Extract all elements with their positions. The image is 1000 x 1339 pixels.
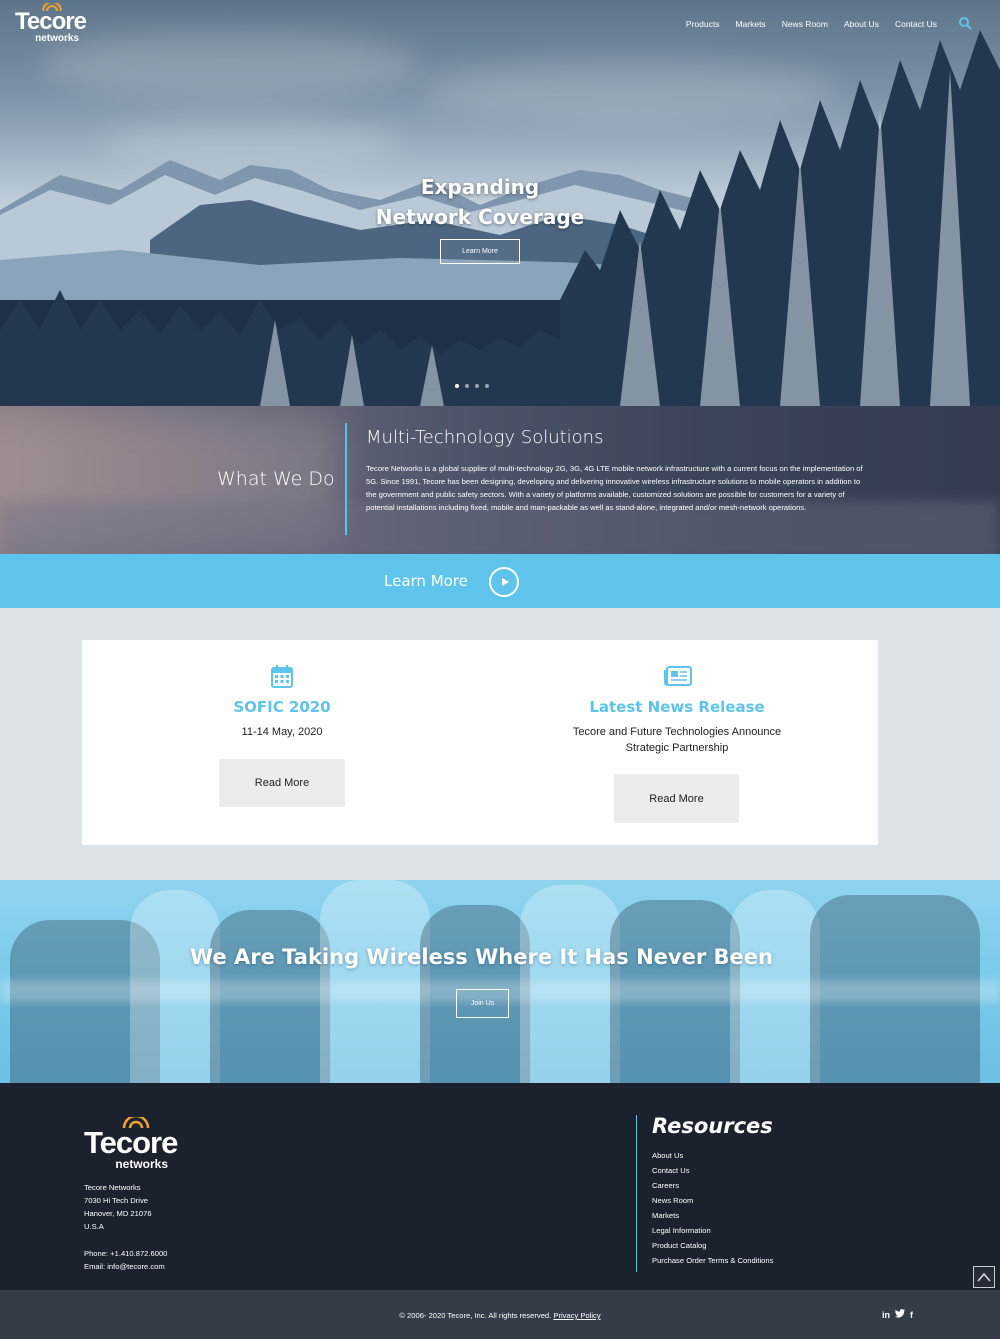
hero-title: Expanding Network Coverage [0, 172, 960, 232]
learn-more-label: Learn More [384, 572, 468, 590]
event-read-more-button[interactable]: Read More [219, 759, 345, 807]
copyright: © 2006- 2020 Tecore, Inc. All rights res… [0, 1311, 1000, 1320]
hero-slider: Tecore networks Products Markets News Ro… [0, 0, 1000, 406]
chevron-up-icon [977, 1272, 991, 1282]
event-column: SOFIC 2020 11-14 May, 2020 Read More [202, 640, 362, 845]
resource-link-news-room[interactable]: News Room [652, 1193, 773, 1208]
copyright-text: © 2006- 2020 Tecore, Inc. All rights res… [399, 1311, 552, 1320]
search-icon[interactable] [959, 17, 972, 30]
nav-products[interactable]: Products [686, 19, 720, 29]
tecore-logo[interactable]: Tecore networks [15, 3, 87, 44]
news-headline-line-2: Strategic Partnership [625, 742, 729, 754]
privacy-policy-link[interactable]: Privacy Policy [553, 1311, 600, 1320]
resource-link-catalog[interactable]: Product Catalog [652, 1238, 773, 1253]
resources-title: Resources [652, 1114, 773, 1138]
signal-arcs-icon [122, 1117, 150, 1129]
hero-title-line-2: Network Coverage [375, 205, 585, 229]
resource-link-po-terms[interactable]: Purchase Order Terms & Conditions [652, 1253, 773, 1268]
news-read-more-button[interactable]: Read More [614, 774, 739, 823]
slider-dot[interactable] [455, 384, 459, 388]
resources-list: About Us Contact Us Careers News Room Ma… [652, 1148, 773, 1268]
join-us-button[interactable]: Join Us [456, 989, 509, 1018]
email-link[interactable]: info@tecore.com [107, 1262, 165, 1271]
team-title: We Are Taking Wireless Where It Has Neve… [190, 945, 773, 969]
logo-tagline: networks [35, 33, 79, 44]
twitter-icon[interactable] [894, 1309, 905, 1320]
company-address: Tecore Networks 7030 Hi Tech Drive Hanov… [84, 1181, 167, 1273]
resource-link-about-us[interactable]: About Us [652, 1148, 773, 1163]
email-label: Email: [84, 1262, 108, 1271]
slider-dot[interactable] [475, 384, 479, 388]
address-city: Hanover, MD 21076 [84, 1209, 152, 1218]
address-street: 7030 Hi Tech Drive [84, 1196, 149, 1205]
hero-title-line-1: Expanding [420, 175, 540, 199]
section-title: Multi-Technology Solutions [366, 427, 604, 448]
newspaper-icon [664, 666, 692, 686]
resource-link-legal[interactable]: Legal Information [652, 1223, 773, 1238]
main-nav: Products Markets News Room About Us Cont… [670, 17, 972, 30]
news-title[interactable]: Latest News Release [542, 698, 812, 716]
nav-contact-us[interactable]: Contact Us [895, 19, 937, 29]
what-we-do-label: What We Do [217, 468, 335, 490]
resource-link-careers[interactable]: Careers [652, 1178, 773, 1193]
nav-news-room[interactable]: News Room [782, 19, 828, 29]
news-column: Latest News Release Tecore and Future Te… [542, 640, 812, 845]
play-circle-icon [489, 567, 519, 597]
events-card: SOFIC 2020 11-14 May, 2020 Read More Lat… [82, 640, 878, 845]
slider-dots [455, 384, 495, 388]
news-headline: Tecore and Future Technologies Announce … [542, 724, 812, 756]
nav-markets[interactable]: Markets [735, 19, 765, 29]
divider [636, 1115, 637, 1272]
phone: Phone: +1.410.872.6000 [84, 1249, 168, 1258]
calendar-icon [271, 665, 293, 688]
slider-dot[interactable] [465, 384, 469, 388]
signal-arcs-icon [42, 3, 62, 12]
social-links: in f [882, 1309, 918, 1320]
footer-logo[interactable]: Tecore networks [84, 1117, 178, 1170]
company-name: Tecore Networks [84, 1183, 141, 1192]
resource-link-contact-us[interactable]: Contact Us [652, 1163, 773, 1178]
event-title[interactable]: SOFIC 2020 [202, 698, 362, 716]
logo-wordmark: Tecore [15, 8, 87, 35]
section-body: Tecore Networks is a global supplier of … [366, 464, 863, 512]
divider [345, 423, 347, 535]
linkedin-icon[interactable]: in [882, 1310, 890, 1320]
news-headline-line-1: Tecore and Future Technologies Announce [572, 726, 782, 738]
email-line: Email: info@tecore.com [84, 1260, 167, 1273]
resource-link-markets[interactable]: Markets [652, 1208, 773, 1223]
hero-learn-more-button[interactable]: Learn More [440, 239, 520, 264]
facebook-icon[interactable]: f [910, 1310, 913, 1320]
event-date: 11-14 May, 2020 [241, 726, 323, 738]
learn-more-bar[interactable]: Learn More [0, 554, 1000, 608]
nav-about-us[interactable]: About Us [844, 19, 879, 29]
slider-dot[interactable] [485, 384, 489, 388]
team-banner [0, 880, 1000, 1083]
scroll-to-top-button[interactable] [973, 1266, 995, 1288]
address-country: U.S.A [84, 1222, 104, 1231]
logo-wordmark: Tecore [84, 1125, 178, 1160]
